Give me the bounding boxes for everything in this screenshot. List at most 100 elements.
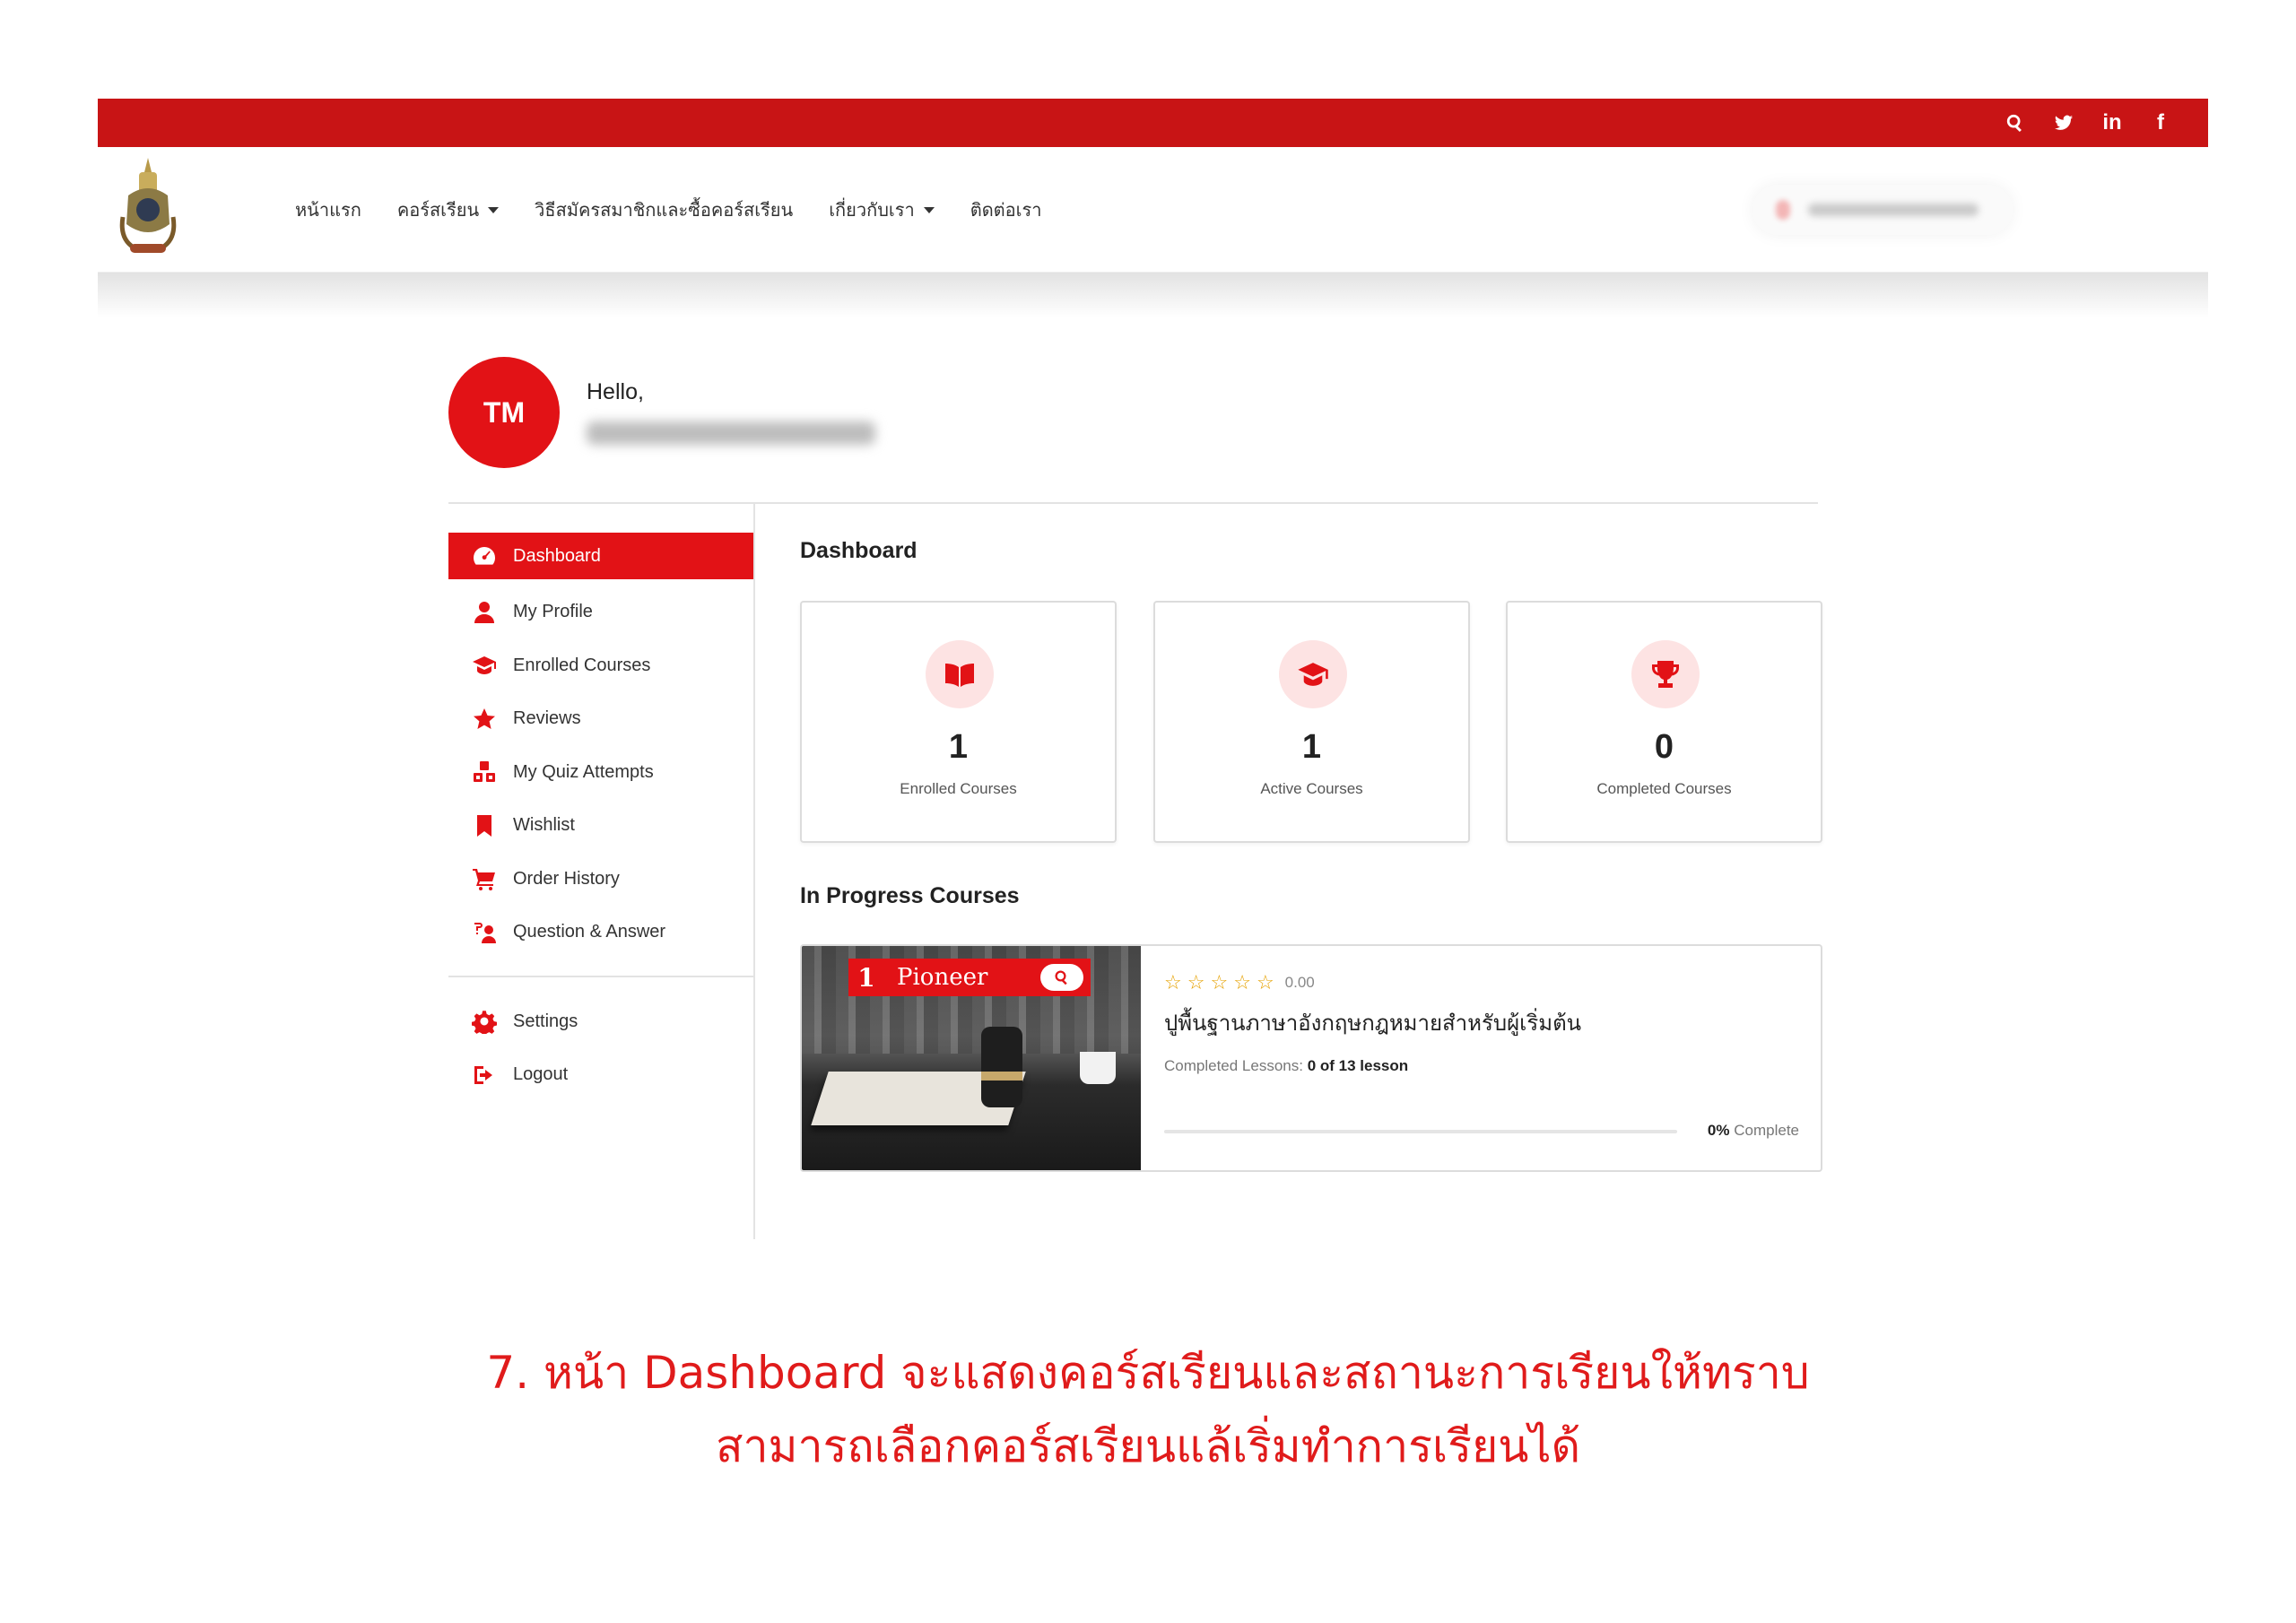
question-person-icon xyxy=(474,922,496,943)
sidebar-item-enrolled-courses[interactable]: Enrolled Courses xyxy=(448,639,753,693)
banner-search-pill xyxy=(1040,964,1083,991)
banner-number: 1 xyxy=(857,962,875,993)
sidebar-item-label: Order History xyxy=(513,868,620,889)
thumbnail-cup xyxy=(1080,1052,1116,1084)
cubes-icon xyxy=(474,761,495,783)
sidebar-item-label: My Profile xyxy=(513,602,593,622)
sidebar-item-settings[interactable]: Settings xyxy=(448,995,753,1049)
sidebar-item-wishlist[interactable]: Wishlist xyxy=(448,799,753,853)
star-icon xyxy=(474,707,495,729)
stat-label: Completed Courses xyxy=(1596,780,1732,797)
nav-item-contact[interactable]: ติดต่อเรา xyxy=(970,195,1042,224)
star-outline-icon: ☆ xyxy=(1187,971,1205,994)
stat-card-completed: 0 Completed Courses xyxy=(1506,601,1822,843)
search-icon[interactable] xyxy=(2004,111,2027,135)
stat-icon xyxy=(1631,640,1700,708)
nav-label: หน้าแรก xyxy=(295,201,361,221)
sidebar-item-quiz-attempts[interactable]: My Quiz Attempts xyxy=(448,746,753,800)
stat-card-active: 1 Active Courses xyxy=(1153,601,1470,843)
in-progress-title: In Progress Courses xyxy=(800,883,1020,908)
user-menu-button[interactable] xyxy=(1752,185,2013,235)
stat-card-enrolled: 1 Enrolled Courses xyxy=(800,601,1117,843)
stat-value: 0 xyxy=(1654,728,1674,766)
nav-item-how-to-register[interactable]: วิธีสมัครสมาชิกและซื้อคอร์สเรียน xyxy=(535,195,793,224)
caption-line-1: 7. หน้า Dashboard จะแสดงคอร์สเรียนและสถา… xyxy=(486,1347,1810,1399)
top-bar: in f xyxy=(98,99,2208,147)
linkedin-icon[interactable]: in xyxy=(2100,110,2124,135)
nav-label: เกี่ยวกับเรา xyxy=(829,201,915,221)
sidebar-item-my-profile[interactable]: My Profile xyxy=(448,586,753,639)
gear-icon xyxy=(472,1011,497,1035)
blurred-username xyxy=(1808,204,1979,216)
chevron-down-icon xyxy=(923,206,935,213)
site-logo-icon[interactable] xyxy=(116,154,180,260)
sidebar-item-label: My Quiz Attempts xyxy=(513,761,654,782)
logout-icon xyxy=(474,1065,492,1084)
sidebar-item-question-answer[interactable]: Question & Answer xyxy=(448,906,753,959)
progress-bar xyxy=(1164,1130,1677,1133)
sidebar-item-order-history[interactable]: Order History xyxy=(448,853,753,907)
lessons-label: Completed Lessons: xyxy=(1164,1057,1303,1074)
instruction-caption: 7. หน้า Dashboard จะแสดงคอร์สเรียนและสถา… xyxy=(0,1336,2296,1483)
search-icon xyxy=(1055,970,1067,985)
stat-value: 1 xyxy=(948,728,969,766)
divider xyxy=(448,502,1818,504)
progress-text: 0% Complete xyxy=(1708,1122,1799,1140)
sidebar-item-label: Enrolled Courses xyxy=(513,655,651,675)
completed-lessons: Completed Lessons: 0 of 13 lesson xyxy=(1164,1057,1408,1075)
sidebar-item-label: Logout xyxy=(513,1064,569,1085)
stat-icon xyxy=(1279,640,1347,708)
course-thumbnail[interactable]: 1 Pioneer xyxy=(802,946,1141,1170)
progress-label: Complete xyxy=(1734,1122,1799,1139)
nav-label: วิธีสมัครสมาชิกและซื้อคอร์สเรียน xyxy=(535,201,794,221)
course-brand-banner: 1 Pioneer xyxy=(848,959,1091,996)
star-outline-icon: ☆ xyxy=(1233,971,1251,994)
thumbnail-gavel xyxy=(981,1027,1022,1107)
course-rating: ☆ ☆ ☆ ☆ ☆ 0.00 xyxy=(1164,971,1315,994)
avatar: TM xyxy=(448,357,560,468)
chevron-down-icon xyxy=(488,206,500,213)
blurred-user-name xyxy=(587,421,875,445)
sidebar-divider xyxy=(753,504,755,1239)
sidebar-item-logout[interactable]: Logout xyxy=(448,1048,753,1102)
navbar-shadow xyxy=(98,273,2208,317)
dashboard-sidebar: Dashboard My Profile Enrolled Courses Re… xyxy=(448,533,753,1102)
nav-item-about[interactable]: เกี่ยวกับเรา xyxy=(829,195,935,224)
sidebar-item-label: Wishlist xyxy=(513,815,575,836)
sidebar-item-label: Reviews xyxy=(513,708,581,729)
thumbnail-gavel-band xyxy=(981,1072,1022,1081)
sidebar-item-label: Settings xyxy=(513,1011,578,1031)
course-title[interactable]: ปูพื้นฐานภาษาอังกฤษกฎหมายสำหรับผู้เริ่มต… xyxy=(1164,1005,1581,1040)
banner-text: Pioneer xyxy=(897,964,988,991)
stat-label: Enrolled Courses xyxy=(900,780,1017,797)
sidebar-item-dashboard[interactable]: Dashboard xyxy=(448,533,753,579)
bookmark-icon xyxy=(477,814,491,837)
nav-item-courses[interactable]: คอร์สเรียน xyxy=(396,195,500,224)
sidebar-item-reviews[interactable]: Reviews xyxy=(448,692,753,746)
star-outline-icon: ☆ xyxy=(1256,971,1274,994)
nav-label: คอร์สเรียน xyxy=(396,201,480,221)
course-card[interactable]: 1 Pioneer ☆ ☆ ☆ ☆ ☆ 0.00 ปูพื้นฐานภาษาอั… xyxy=(800,944,1822,1172)
star-outline-icon: ☆ xyxy=(1164,971,1182,994)
stat-label: Active Courses xyxy=(1260,780,1363,797)
user-icon xyxy=(474,601,494,623)
nav-label: ติดต่อเรา xyxy=(970,201,1042,221)
trophy-icon xyxy=(1652,661,1679,688)
nav-menu: หน้าแรก คอร์สเรียน วิธีสมัครสมาชิกและซื้… xyxy=(295,147,1042,273)
rating-value: 0.00 xyxy=(1284,974,1315,991)
progress-percent: 0% xyxy=(1707,1122,1730,1139)
sidebar-item-label: Question & Answer xyxy=(513,922,666,942)
page-title: Dashboard xyxy=(800,538,918,563)
book-open-icon xyxy=(945,664,974,687)
cart-icon xyxy=(473,869,495,891)
stat-icon xyxy=(926,640,994,708)
greeting: Hello, xyxy=(587,379,644,404)
graduation-cap-icon xyxy=(473,656,496,675)
lessons-value: 0 of 13 lesson xyxy=(1307,1057,1409,1074)
facebook-icon[interactable]: f xyxy=(2149,110,2172,135)
twitter-icon[interactable] xyxy=(2052,111,2075,135)
star-outline-icon: ☆ xyxy=(1210,971,1229,994)
sidebar-separator xyxy=(448,975,753,977)
nav-item-home[interactable]: หน้าแรก xyxy=(295,195,361,224)
caption-line-2: สามารถเลือกคอร์สเรียนแล้เริ่มทำการเรียนไ… xyxy=(715,1420,1581,1472)
